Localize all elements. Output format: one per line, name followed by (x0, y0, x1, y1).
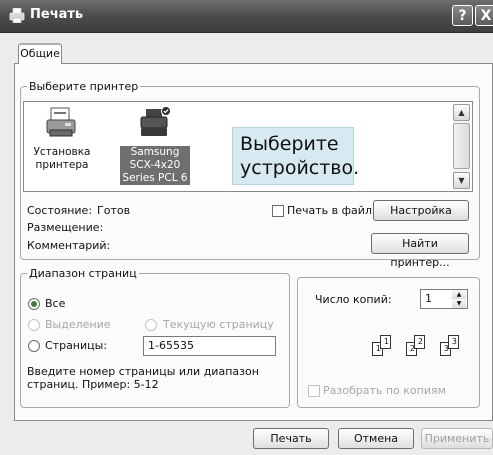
print-to-file-checkbox[interactable] (272, 205, 284, 217)
location-label: Размещение: (27, 221, 104, 234)
print-to-file-label: Печать в файл (287, 204, 372, 217)
printer-icon (138, 106, 172, 140)
printer-item-samsung[interactable]: Samsung SCX-4x20 Series PCL 6 (117, 106, 193, 185)
page-range-legend: Диапазон страниц (29, 267, 137, 280)
selection-label: Выделение (45, 318, 111, 331)
page-range-hint: Введите номер страницы или диапазон (27, 365, 259, 378)
window-title: Печать (30, 7, 84, 22)
apply-button[interactable]: Применить (421, 428, 493, 449)
all-pages-radio[interactable] (28, 298, 40, 310)
settings-button[interactable]: Настройка (373, 200, 469, 221)
spin-down-icon[interactable]: ▼ (452, 299, 466, 308)
printer-label-line: SCX-4x20 (129, 159, 181, 171)
scroll-thumb[interactable] (453, 123, 470, 169)
cancel-button[interactable]: Отмена (338, 428, 414, 449)
printer-icon (9, 8, 25, 23)
selection-radio[interactable] (28, 319, 40, 331)
close-button[interactable]: X (475, 5, 493, 26)
title-bar[interactable]: Печать ? X (0, 0, 493, 33)
callout-line: Выберите (240, 133, 339, 155)
collate-label: Разобрать по копиям (323, 384, 446, 397)
page-glyph: 2 (414, 335, 425, 349)
pages-input[interactable]: 1-65535 (143, 336, 276, 356)
select-device-callout: Выберите устройство. (232, 127, 359, 185)
callout-line: устройство. (240, 157, 360, 179)
scroll-up-icon[interactable]: ▲ (453, 104, 470, 121)
help-button[interactable]: ? (452, 5, 473, 26)
find-printer-button[interactable]: Найти принтер... (371, 233, 469, 269)
printer-group-legend: Выберите принтер (29, 80, 139, 93)
status-label: Состояние: (27, 204, 93, 217)
printer-label-line: Samsung (130, 146, 180, 158)
all-pages-label: Все (45, 297, 66, 310)
page-glyph: 3 (448, 335, 459, 349)
spin-up-icon[interactable]: ▲ (452, 290, 466, 299)
print-dialog: Печать ? X Общие Выберите принтер Устано… (0, 0, 493, 455)
page-glyph: 1 (380, 335, 391, 349)
printer-list-scrollbar[interactable]: ▲ ▼ (453, 104, 470, 189)
copies-value: 1 (425, 292, 432, 305)
copies-label: Число копий: (315, 293, 392, 306)
add-printer-icon (45, 106, 79, 140)
pages-label: Страницы: (45, 339, 108, 352)
printer-item-label: Samsung SCX-4x20 Series PCL 6 (120, 146, 190, 185)
copies-input[interactable]: 1 ▲ ▼ (420, 289, 468, 309)
page-range-hint: страниц. Пример: 5-12 (27, 378, 159, 391)
radio-selected-dot (31, 301, 37, 307)
add-printer-label-line: Установка (33, 146, 91, 158)
printer-label-line: Series PCL 6 (122, 172, 188, 184)
scroll-down-icon[interactable]: ▼ (453, 172, 470, 189)
print-button[interactable]: Печать (253, 428, 329, 449)
status-value: Готов (97, 204, 131, 217)
comment-label: Комментарий: (27, 239, 111, 252)
add-printer-label-line: принтера (35, 159, 89, 171)
pages-radio[interactable] (28, 340, 40, 352)
collate-checkbox[interactable] (308, 385, 320, 397)
add-printer-label: Установка принтера (24, 146, 100, 172)
copies-spinner[interactable]: ▲ ▼ (452, 290, 466, 308)
add-printer-item[interactable]: Установка принтера (24, 106, 100, 172)
current-page-radio[interactable] (145, 319, 157, 331)
tab-general[interactable]: Общие (18, 43, 62, 64)
current-page-label: Текущую страницу (163, 318, 274, 331)
